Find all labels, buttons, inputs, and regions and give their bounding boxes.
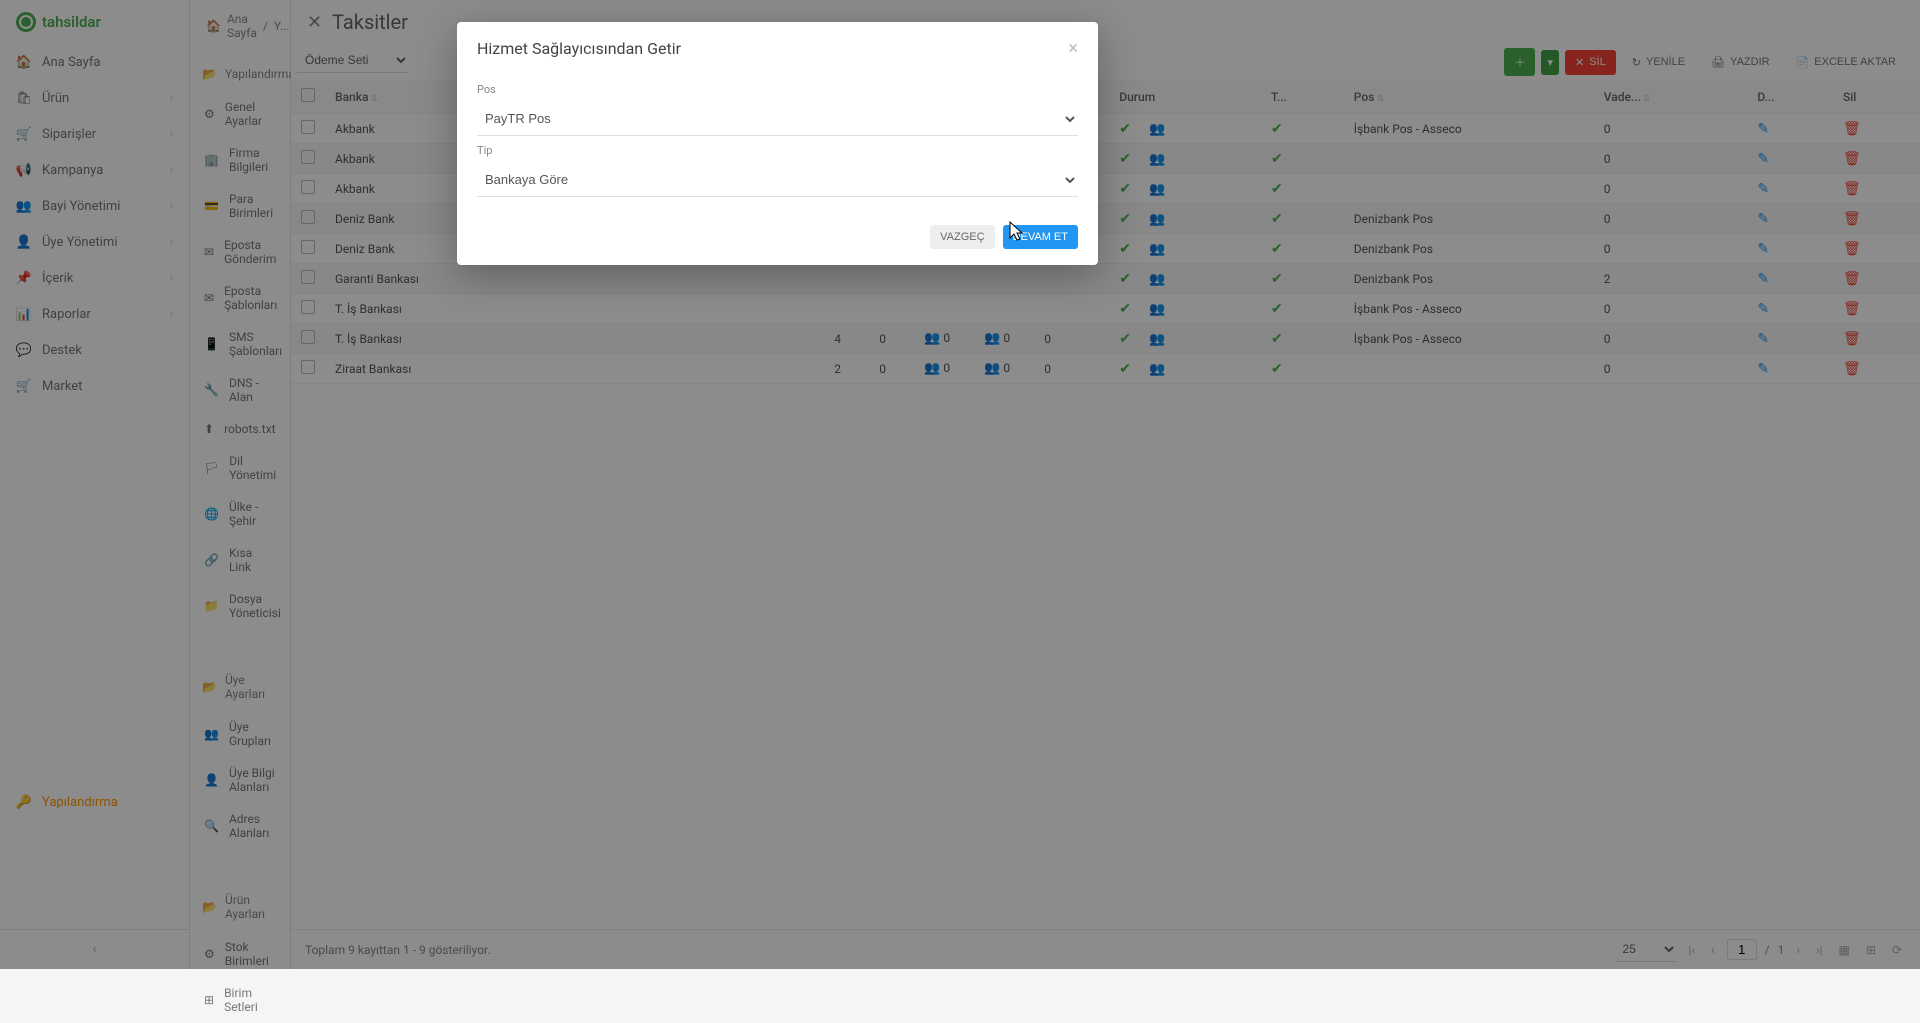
grid-icon: ⊞ [204, 993, 214, 1007]
tip-select[interactable]: Bankaya Göre [477, 163, 1078, 197]
modal-close-icon[interactable]: × [1068, 38, 1078, 59]
modal-header: Hizmet Sağlayıcısından Getir × [457, 22, 1098, 71]
service-provider-modal: Hizmet Sağlayıcısından Getir × Pos PayTR… [457, 22, 1098, 265]
confirm-button[interactable]: DEVAM ET [1003, 225, 1078, 249]
modal-body: Pos PayTR Pos Tip Bankaya Göre [457, 71, 1098, 213]
modal-footer: VAZGEÇ DEVAM ET [457, 213, 1098, 265]
sub-birim[interactable]: ⊞ Birim Setleri [190, 977, 290, 1023]
pos-label: Pos [477, 83, 1078, 96]
modal-title: Hizmet Sağlayıcısından Getir [477, 39, 681, 58]
tip-label: Tip [477, 144, 1078, 157]
pos-select[interactable]: PayTR Pos [477, 102, 1078, 136]
sub-label: Birim Setleri [224, 986, 276, 1014]
cancel-button[interactable]: VAZGEÇ [930, 225, 994, 249]
